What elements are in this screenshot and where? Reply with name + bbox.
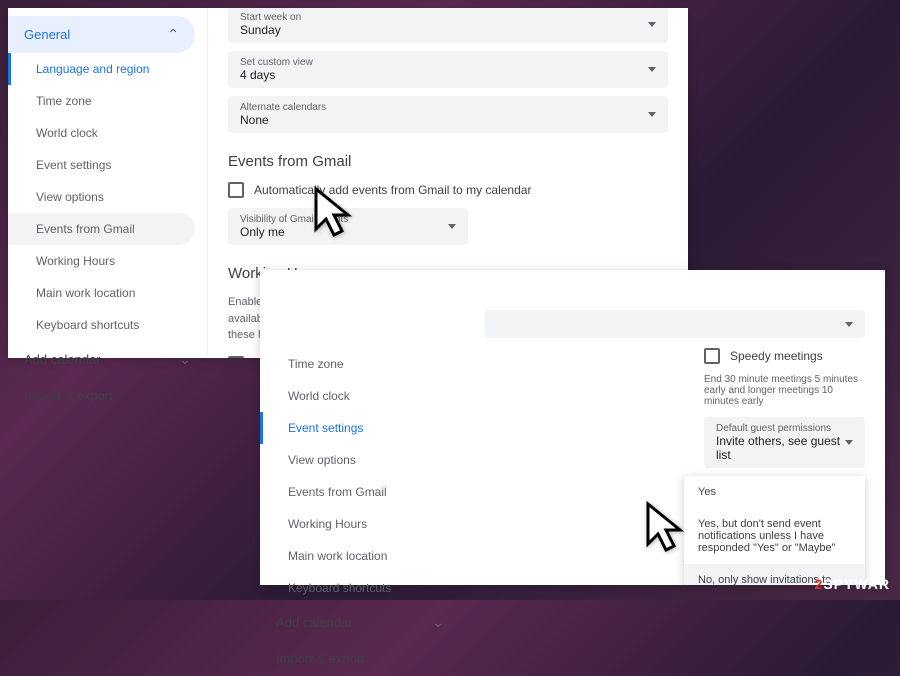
chevron-down-icon: ⌄ <box>179 351 191 368</box>
checkbox-autoaddevents[interactable] <box>228 182 244 198</box>
dropdown-startweek[interactable]: Start week on Sunday <box>228 8 668 43</box>
sidebar-1: General ⌃ Language and region Time zone … <box>8 8 208 358</box>
dropdown-label: Visibility of Gmail events <box>240 214 348 225</box>
sidebar-item-eventsfromgmail[interactable]: Events from Gmail <box>260 476 448 508</box>
dropdown-label: Alternate calendars <box>240 102 326 113</box>
sidebar-group-importexport[interactable]: Import & export <box>260 641 460 676</box>
checkbox-speedy[interactable] <box>704 348 720 364</box>
caret-down-icon <box>648 22 656 27</box>
option-menu-invitations: Yes Yes, but don't send event notificati… <box>684 476 865 585</box>
chevron-up-icon: ⌃ <box>167 26 179 43</box>
caret-down-icon <box>845 440 853 445</box>
sidebar-group-label: Add calendar <box>24 352 101 367</box>
dropdown-label: Default guest permissions <box>716 423 845 434</box>
dropdown-value: Sunday <box>240 23 301 37</box>
caret-down-icon <box>448 224 456 229</box>
sidebar-header-general[interactable]: General ⌃ <box>8 16 195 53</box>
sidebar-item-keyboardshortcuts[interactable]: Keyboard shortcuts <box>260 572 448 604</box>
sidebar-item-language[interactable]: Language and region <box>8 53 195 85</box>
dropdown-customview[interactable]: Set custom view 4 days <box>228 51 668 88</box>
sidebar-item-worldclock[interactable]: World clock <box>8 117 195 149</box>
sidebar-item-viewoptions[interactable]: View options <box>8 181 195 213</box>
sidebar-item-eventsettings[interactable]: Event settings <box>260 412 448 444</box>
dropdown-label: Set custom view <box>240 57 313 68</box>
dropdown-altcalendars[interactable]: Alternate calendars None <box>228 96 668 133</box>
dropdown-label: Start week on <box>240 12 301 23</box>
checkbox-label: Speedy meetings <box>730 349 823 363</box>
sidebar-group-importexport[interactable]: Import & export <box>8 378 207 413</box>
sidebar-group-addcalendar[interactable]: Add calendar ⌄ <box>260 604 460 641</box>
caret-down-icon <box>648 112 656 117</box>
dropdown-generic[interactable] <box>485 310 865 338</box>
dropdown-value: Only me <box>240 225 348 239</box>
sidebar-header-label: General <box>24 27 70 42</box>
watermark-text: SPYWAR <box>823 576 890 592</box>
sidebar-item-timezone[interactable]: Time zone <box>260 348 448 380</box>
settings-panel-2: Time zone World clock Event settings Vie… <box>260 270 885 585</box>
sidebar-item-viewoptions[interactable]: View options <box>260 444 448 476</box>
sidebar-group-label: Add calendar <box>276 615 353 630</box>
hint-speedy: End 30 minute meetings 5 minutes early a… <box>704 374 865 407</box>
caret-down-icon <box>845 322 853 327</box>
sidebar-item-worldclock[interactable]: World clock <box>260 380 448 412</box>
sidebar-item-eventsfromgmail[interactable]: Events from Gmail <box>8 213 195 245</box>
sidebar-item-mainworklocation[interactable]: Main work location <box>8 277 195 309</box>
sidebar-item-timezone[interactable]: Time zone <box>8 85 195 117</box>
dropdown-guestperm[interactable]: Default guest permissions Invite others,… <box>704 417 865 468</box>
chevron-down-icon: ⌄ <box>432 614 444 631</box>
dropdown-value: 4 days <box>240 68 313 82</box>
sidebar-item-mainworklocation[interactable]: Main work location <box>260 540 448 572</box>
section-title-eventsfromgmail: Events from Gmail <box>228 153 668 170</box>
sidebar-item-eventsettings[interactable]: Event settings <box>8 149 195 181</box>
checkbox-row-speedy: Speedy meetings <box>704 348 865 364</box>
watermark-number: 2 <box>815 576 824 592</box>
sidebar-item-workinghours[interactable]: Working Hours <box>8 245 195 277</box>
sidebar-item-keyboardshortcuts[interactable]: Keyboard shortcuts <box>8 309 195 341</box>
checkbox-row-autoaddevents: Automatically add events from Gmail to m… <box>228 182 668 198</box>
dropdown-value: None <box>240 113 326 127</box>
option-yes-conditional[interactable]: Yes, but don't send event notifications … <box>684 508 865 564</box>
sidebar-2: Time zone World clock Event settings Vie… <box>260 270 460 585</box>
dropdown-visibility[interactable]: Visibility of Gmail events Only me <box>228 208 468 245</box>
watermark: 2SPYWAR <box>815 576 890 592</box>
option-yes[interactable]: Yes <box>684 476 865 508</box>
content-2: Speedy meetings End 30 minute meetings 5… <box>460 270 885 585</box>
checkbox-enableworking[interactable] <box>228 356 244 359</box>
caret-down-icon <box>648 67 656 72</box>
sidebar-group-addcalendar[interactable]: Add calendar ⌄ <box>8 341 207 378</box>
sidebar-group-label: Import & export <box>24 388 113 403</box>
sidebar-item-workinghours[interactable]: Working Hours <box>260 508 448 540</box>
checkbox-label: Automatically add events from Gmail to m… <box>254 183 531 197</box>
sidebar-group-label: Import & export <box>276 651 365 666</box>
dropdown-value: Invite others, see guest list <box>716 434 845 462</box>
